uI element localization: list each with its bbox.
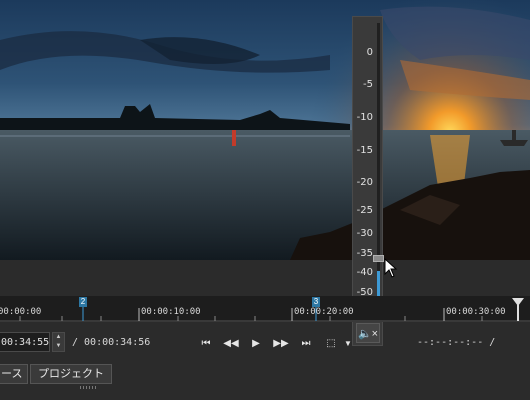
ruler-tick-label: 00:00:30:00 bbox=[446, 307, 506, 317]
skip-start-icon: ⏮ bbox=[201, 337, 211, 349]
playback-controls: 00:34:55 ▲ ▼ / 00:00:34:56 ⏮ ◀◀ ▶ ▶▶ ⏭ ⬚… bbox=[0, 330, 530, 356]
volume-scale-label: 0 bbox=[366, 47, 373, 58]
spinner-up-icon[interactable]: ▲ bbox=[53, 333, 64, 342]
video-preview[interactable] bbox=[0, 0, 530, 260]
square-icon: ⬚ bbox=[326, 337, 336, 349]
ruler-tick-label: 00:00:00 bbox=[0, 307, 42, 317]
skip-end-icon: ⏭ bbox=[301, 337, 311, 349]
volume-scale-label: -35 bbox=[356, 248, 373, 259]
ruler-tick-label: 00:00:10:00 bbox=[141, 307, 201, 317]
volume-slider-thumb[interactable] bbox=[373, 255, 384, 262]
volume-scale-label: -5 bbox=[363, 79, 373, 90]
duration-label: / 00:00:34:56 bbox=[72, 337, 151, 348]
timeline-marker[interactable]: 3 bbox=[312, 297, 320, 307]
volume-scale-label: -30 bbox=[356, 228, 373, 239]
fast-forward-button[interactable]: ▶▶ bbox=[272, 334, 290, 352]
fit-view-button[interactable]: ⬚ bbox=[322, 334, 340, 352]
skip-to-start-button[interactable]: ⏮ bbox=[197, 334, 215, 352]
skip-to-end-button[interactable]: ⏭ bbox=[297, 334, 315, 352]
play-icon: ▶ bbox=[252, 337, 260, 349]
volume-scale-label: -15 bbox=[356, 145, 373, 156]
bottom-tab-bar: ース プロジェクト bbox=[0, 362, 530, 400]
tab-source[interactable]: ース bbox=[0, 364, 28, 384]
play-button[interactable]: ▶ bbox=[247, 334, 265, 352]
rewind-button[interactable]: ◀◀ bbox=[222, 334, 240, 352]
mouse-cursor-icon bbox=[384, 258, 398, 278]
spinner-down-icon[interactable]: ▼ bbox=[53, 342, 64, 351]
fast-forward-icon: ▶▶ bbox=[273, 337, 289, 349]
volume-scale-label: -40 bbox=[356, 267, 373, 278]
sunset-harbor-image bbox=[0, 0, 530, 260]
resize-grip[interactable] bbox=[80, 386, 98, 389]
view-dropdown-button[interactable]: ▼ bbox=[339, 334, 357, 352]
timeline-marker[interactable]: 2 bbox=[79, 297, 87, 307]
volume-scale-label: -25 bbox=[356, 205, 373, 216]
time-spinner[interactable]: ▲ ▼ bbox=[52, 332, 65, 352]
out-timecode-label: --:--:--:-- / bbox=[417, 337, 496, 348]
volume-scale-label: -20 bbox=[356, 177, 373, 188]
chevron-down-icon: ▼ bbox=[344, 338, 352, 348]
ruler-tick-label: 00:00:20:00 bbox=[294, 307, 354, 317]
timeline-ruler[interactable]: 00:00:00 00:00:10:00 00:00:20:00 00:00:3… bbox=[0, 296, 530, 322]
rewind-icon: ◀◀ bbox=[223, 337, 239, 349]
current-time-input[interactable]: 00:34:55 bbox=[0, 332, 50, 352]
volume-scale-label: -10 bbox=[356, 112, 373, 123]
tab-project[interactable]: プロジェクト bbox=[30, 364, 112, 384]
